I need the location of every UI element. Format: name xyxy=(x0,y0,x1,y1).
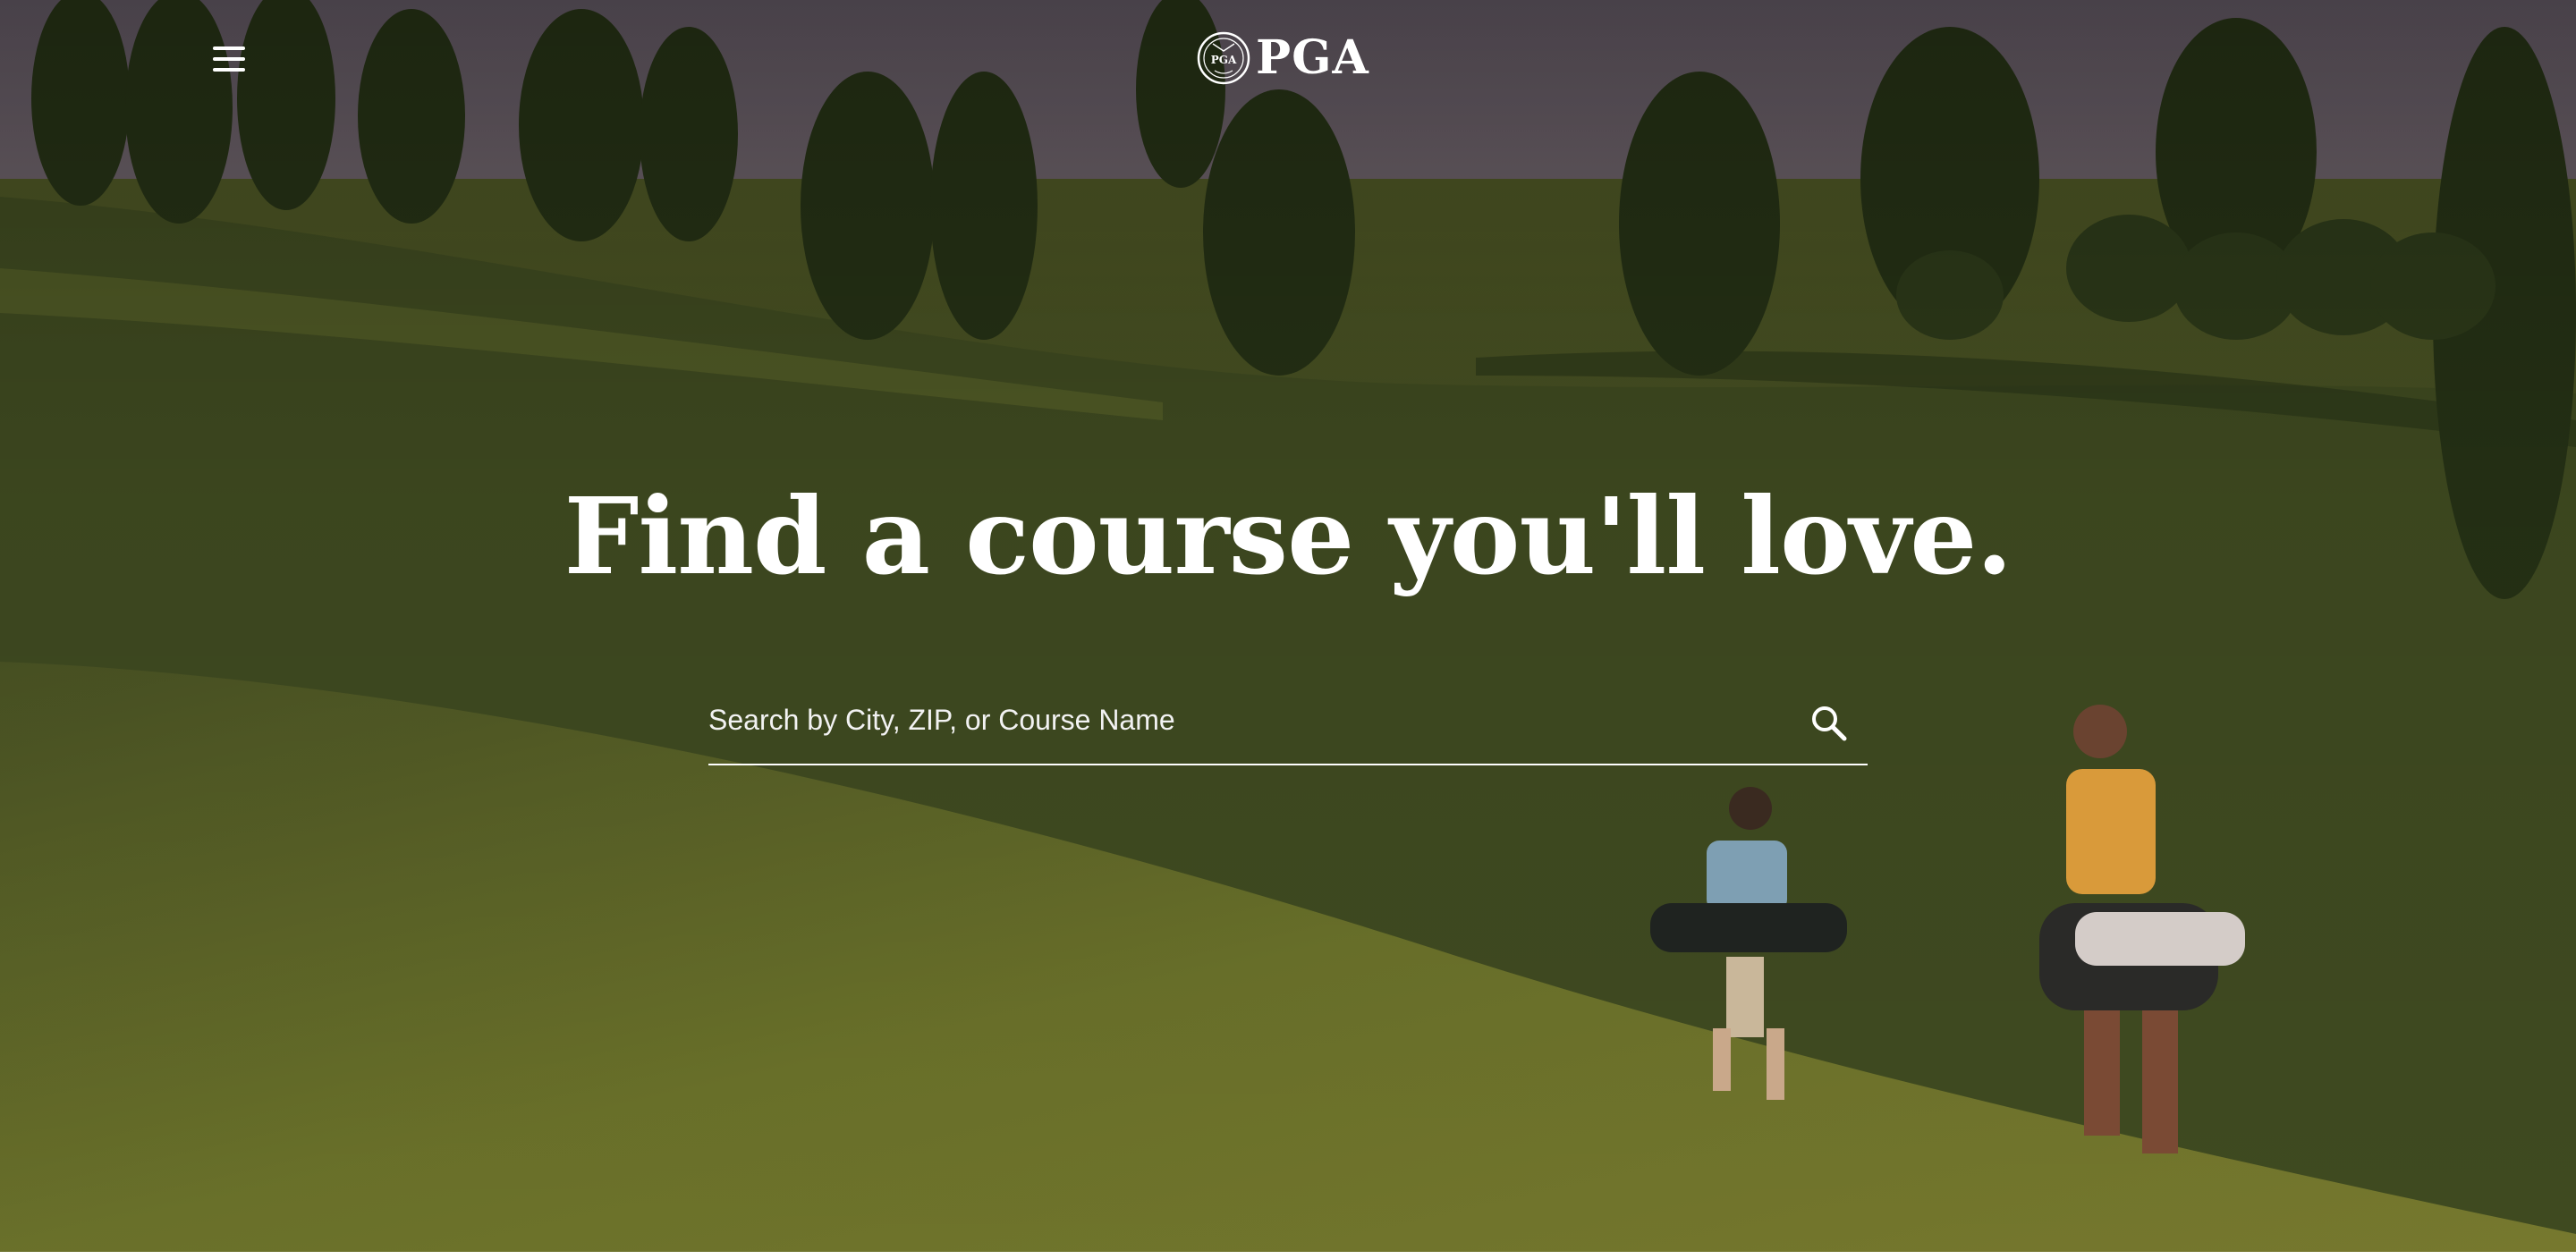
site-header: PGA PGA xyxy=(0,0,2576,116)
hamburger-menu-icon xyxy=(213,46,245,50)
course-search-input[interactable] xyxy=(708,689,1764,751)
hero-section: PGA PGA Find a course you'll love. xyxy=(0,0,2576,1252)
pga-wordmark: PGA xyxy=(1256,30,1369,85)
search-icon[interactable] xyxy=(1807,701,1850,744)
hero-headline: Find a course you'll love. xyxy=(564,474,2013,598)
hamburger-menu-icon-bar xyxy=(213,68,245,72)
hero-background-image xyxy=(0,0,2576,1252)
pga-seal-text: PGA xyxy=(1211,54,1237,66)
hamburger-menu-icon-bar xyxy=(213,57,245,61)
menu-button[interactable] xyxy=(202,39,256,79)
pga-seal-icon: PGA xyxy=(1197,31,1250,85)
course-search-bar xyxy=(708,683,1868,765)
pga-logo[interactable]: PGA PGA xyxy=(1197,27,1369,89)
